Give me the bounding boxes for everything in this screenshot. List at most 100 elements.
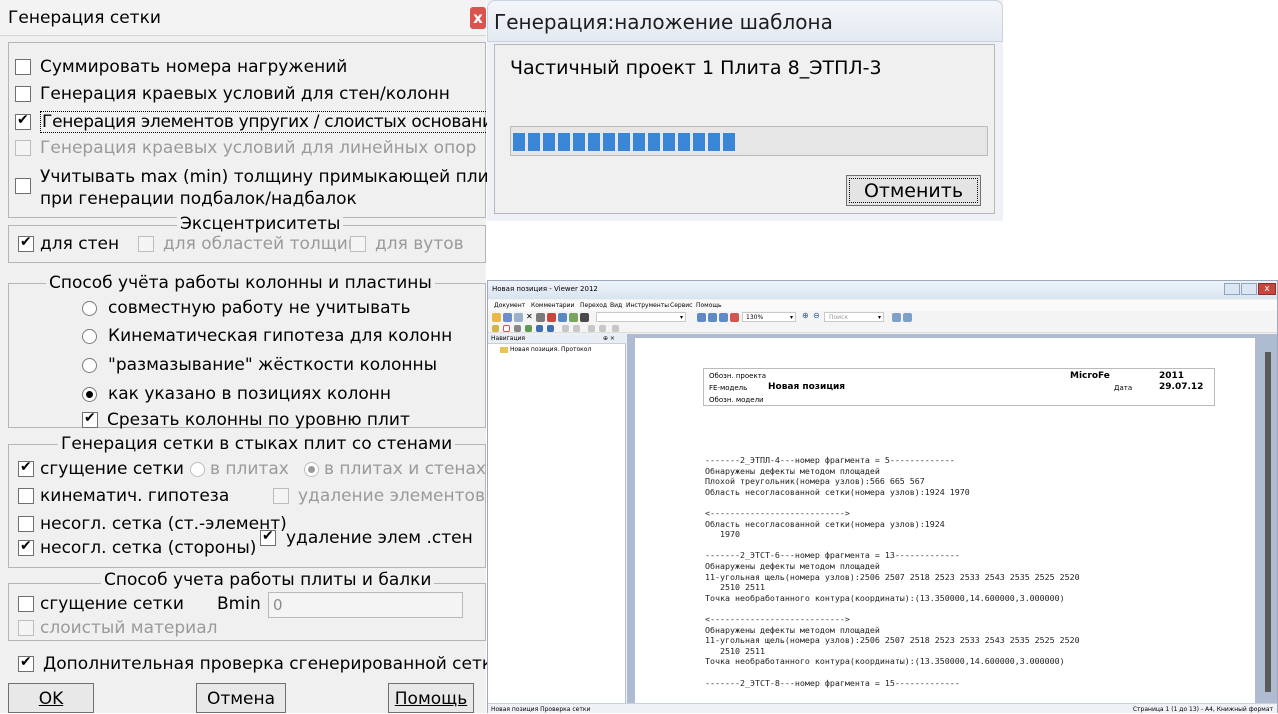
zoom-select[interactable]: 130% ▾ bbox=[742, 312, 796, 322]
menu-comments[interactable]: Комментарии bbox=[531, 302, 574, 309]
stamp-icon[interactable] bbox=[525, 325, 532, 332]
back-icon[interactable] bbox=[588, 325, 595, 332]
bmin-input[interactable]: 0 bbox=[268, 592, 463, 618]
checkbox[interactable] bbox=[18, 234, 34, 252]
radio-no-joint-work[interactable]: совместную работу не учитывать bbox=[82, 298, 410, 318]
zoom-in-icon[interactable]: ⊕ bbox=[802, 311, 809, 320]
checkbox[interactable] bbox=[15, 112, 31, 130]
radio[interactable] bbox=[82, 386, 97, 402]
single-page-icon[interactable] bbox=[697, 313, 706, 322]
scrollbar[interactable] bbox=[1265, 352, 1271, 692]
extra-check[interactable]: Дополнительная проверка сгенерированной … bbox=[18, 654, 503, 674]
help-button[interactable]: Помощь bbox=[388, 683, 474, 713]
option-boundary-walls[interactable]: Генерация краевых условий для стен/колон… bbox=[15, 84, 450, 104]
menu-document[interactable]: Документ bbox=[494, 302, 525, 309]
checkbox[interactable] bbox=[18, 596, 34, 612]
checkbox bbox=[18, 620, 34, 636]
option-max-thickness-label: Учитывать max (min) толщину примыкающей … bbox=[40, 167, 512, 209]
progress-title: Генерация:наложение шаблона bbox=[494, 10, 833, 34]
find-prev-icon[interactable] bbox=[892, 313, 901, 322]
viewer-menu-bar: Документ Комментарии Переход Вид Инструм… bbox=[488, 300, 1277, 311]
note-icon[interactable] bbox=[536, 325, 543, 332]
radio[interactable] bbox=[82, 328, 97, 344]
radio-kinematic[interactable]: Кинематическая гипотеза для колонн bbox=[82, 326, 452, 346]
checkbox[interactable] bbox=[15, 59, 31, 75]
menu-tools[interactable]: Инструменты bbox=[626, 302, 669, 309]
redo-icon[interactable] bbox=[573, 325, 580, 332]
ok-button[interactable]: OK bbox=[8, 683, 94, 713]
cancel-button[interactable]: Отмена bbox=[196, 683, 286, 713]
print-preview-icon[interactable] bbox=[612, 325, 619, 332]
minimize-icon[interactable] bbox=[1224, 283, 1240, 295]
checkbox[interactable] bbox=[15, 178, 31, 194]
line-icon[interactable] bbox=[514, 325, 521, 332]
menu-view[interactable]: Вид bbox=[610, 302, 622, 309]
pencil-icon[interactable] bbox=[492, 325, 499, 332]
checkbox[interactable] bbox=[18, 516, 34, 532]
checkbox bbox=[273, 488, 289, 504]
radio-as-in-positions[interactable]: как указано в позициях колонн bbox=[82, 384, 391, 404]
progress-segment bbox=[588, 133, 600, 151]
export-icon[interactable] bbox=[514, 313, 523, 322]
checkbox[interactable] bbox=[18, 459, 34, 477]
joints-delete-wall-elems[interactable]: удаление элем .стен bbox=[260, 528, 473, 548]
checkbox[interactable] bbox=[15, 86, 31, 102]
menu-service[interactable]: Сервис bbox=[670, 302, 692, 309]
viewer-toolbar: ✕ ▾ 130% ▾ ⊕ ⊖ Поиск ▾ bbox=[488, 311, 1277, 333]
open-icon[interactable] bbox=[492, 313, 501, 322]
menu-navigate[interactable]: Переход bbox=[580, 302, 607, 309]
forward-icon[interactable] bbox=[599, 325, 606, 332]
progress-segment bbox=[573, 133, 585, 151]
checkbox[interactable] bbox=[18, 538, 34, 556]
radio[interactable] bbox=[82, 357, 97, 373]
joints-mismatch-sides[interactable]: несогл. сетка (стороны) bbox=[18, 538, 256, 558]
log-line: Область несогласованной сетки(номера узл… bbox=[705, 518, 945, 529]
joints-mismatch-wall[interactable]: несогл. сетка (ст.-элемент) bbox=[18, 514, 287, 534]
option-max-thickness-checkbox[interactable] bbox=[15, 178, 40, 194]
option-elastic-foundation[interactable]: Генерация элементов упругих / слоистых о… bbox=[15, 111, 506, 133]
two-page-icon[interactable] bbox=[708, 313, 717, 322]
radio-smearing[interactable]: "размазывание" жёсткости колонны bbox=[82, 355, 437, 375]
viewer-close-icon[interactable]: x bbox=[1258, 283, 1276, 295]
log-line: Область несогласованной сетки(номера узл… bbox=[705, 486, 970, 497]
checkbox[interactable] bbox=[18, 488, 34, 504]
find-next-icon[interactable] bbox=[903, 313, 912, 322]
search-input[interactable]: Поиск ▾ bbox=[824, 312, 884, 322]
style-select[interactable]: ▾ bbox=[596, 312, 686, 322]
progress-segment bbox=[618, 133, 630, 151]
fit-icon[interactable] bbox=[730, 313, 739, 322]
plate-beam-refine[interactable]: сгущение сетки bbox=[18, 594, 184, 614]
mail-icon[interactable] bbox=[569, 313, 578, 322]
log-line: Плохой треугольник(номера узлов):566 665… bbox=[705, 476, 925, 487]
zoom-out-icon[interactable]: ⊖ bbox=[813, 311, 820, 320]
option-sum-loads[interactable]: Суммировать номера нагружений bbox=[15, 57, 347, 77]
log-line: Обнаружены дефекты методом площадей bbox=[705, 465, 880, 476]
ecc-walls[interactable]: для стен bbox=[18, 234, 119, 254]
checkbox[interactable] bbox=[82, 410, 98, 428]
log-line: -------2_ЭТПЛ-4---номер фрагмента = 5---… bbox=[705, 455, 955, 465]
nav-item-protocol[interactable]: Новая позиция. Протокол bbox=[510, 346, 591, 353]
text-icon[interactable] bbox=[547, 325, 554, 332]
progress-cancel-button[interactable]: Отменить bbox=[846, 175, 981, 206]
radio[interactable] bbox=[82, 300, 97, 316]
maximize-icon[interactable] bbox=[1241, 283, 1257, 295]
log-line: -------2_ЭТСТ-6---номер фрагмента = 13--… bbox=[705, 550, 960, 561]
checkbox[interactable] bbox=[260, 528, 276, 546]
copy-icon[interactable] bbox=[558, 313, 567, 322]
undo-icon[interactable] bbox=[562, 325, 569, 332]
delete-icon[interactable]: ✕ bbox=[526, 312, 533, 321]
continuous-icon[interactable] bbox=[719, 313, 728, 322]
close-icon[interactable]: x bbox=[470, 7, 486, 29]
cut-columns[interactable]: Срезать колонны по уровню плит bbox=[82, 410, 410, 430]
joints-refine[interactable]: сгущение сетки bbox=[18, 459, 184, 479]
nav-pin-close-icon[interactable]: ⊕ × bbox=[603, 335, 615, 342]
menu-help[interactable]: Помощь bbox=[696, 302, 722, 309]
tools-icon[interactable] bbox=[580, 313, 589, 322]
log-line: -------2_ЭТСТ-8---номер фрагмента = 15--… bbox=[705, 677, 960, 688]
checkbox[interactable] bbox=[18, 654, 34, 672]
save-icon[interactable] bbox=[503, 313, 512, 322]
rectangle-icon[interactable] bbox=[503, 325, 510, 332]
print-icon[interactable] bbox=[536, 313, 545, 322]
joints-kinematic[interactable]: кинематич. гипотеза bbox=[18, 486, 229, 506]
pdf-icon[interactable] bbox=[547, 313, 556, 322]
